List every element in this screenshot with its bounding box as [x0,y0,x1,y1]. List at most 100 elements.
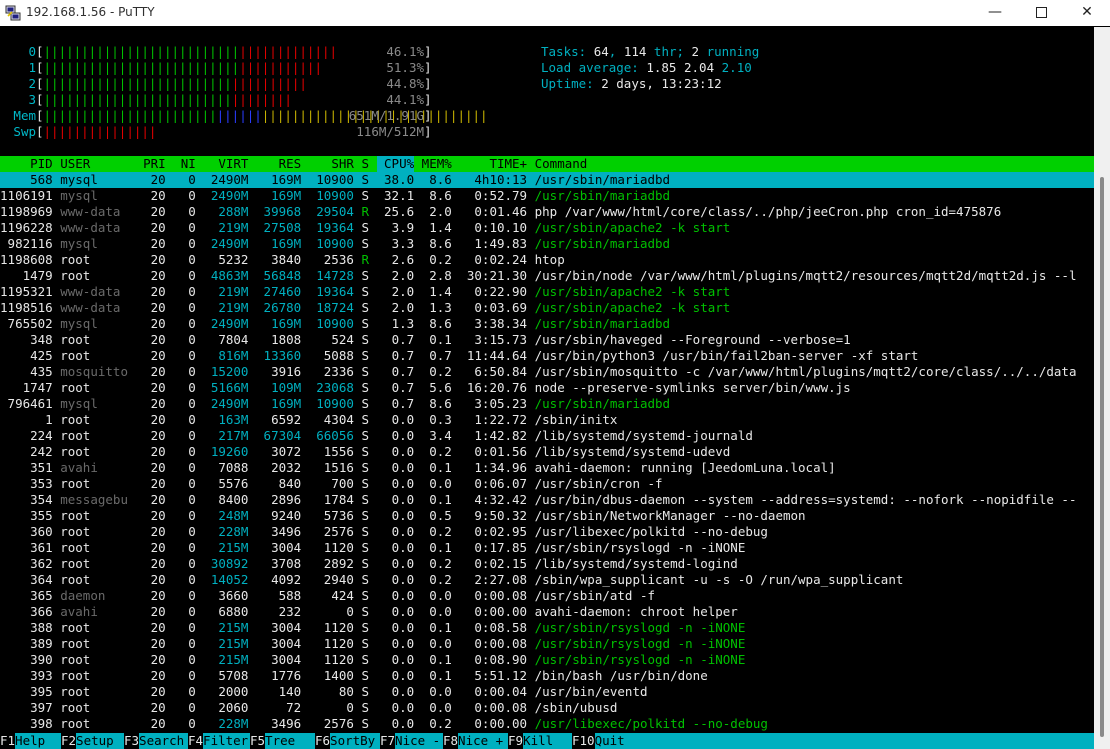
process-row[interactable]: 390 root 20 0 215M 3004 1120 S 0.0 0.1 0:08.90/usr… [0,652,1094,668]
process-time: 0:00.08 [474,700,528,715]
process-res: 3004 [271,620,302,635]
process-time: 0:10.10 [474,220,528,235]
process-row[interactable]: 398 root 20 0 228M 3496 2576 S 0.0 0.2 0:00.00/usr… [0,716,1094,732]
process-shr: 0 [346,700,354,715]
process-pid: 425 [30,348,53,363]
process-mem: 3.4 [429,428,452,443]
process-row[interactable]: 425 root 20 0 816M 13360 5088 S 0.7 0.7 11:44.64/u… [0,348,1094,364]
process-row[interactable]: 360 root 20 0 228M 3496 2576 S 0.0 0.2 0:02.95/usr… [0,524,1094,540]
maximize-button[interactable] [1018,0,1064,26]
process-row[interactable]: 354 messagebu 20 0 8400 2896 1784 S 0.0 0.1 4:32.4… [0,492,1094,508]
process-ni: 0 [188,396,196,411]
process-row[interactable]: 351 avahi 20 0 7088 2032 1516 S 0.0 0.1 1:34.96 ava… [0,460,1094,476]
process-row[interactable]: 435 mosquitto 20 0 15200 3916 2336 S 0.7 0.2 6:50.… [0,364,1094,380]
meter-bracket-open: [ [36,108,44,123]
fkey-f8[interactable]: F8 [443,733,459,749]
fkey-label[interactable]: Search [139,733,184,749]
process-row[interactable]: 1198969 www-data 20 0 288M 39968 29504 R 25.6 2.0… [0,204,1094,220]
process-row[interactable]: 765502 mysql 20 0 2490M 169M 10900 S 1.3 8.6 3:38.… [0,316,1094,332]
process-state: S [361,716,369,731]
process-pri: 20 [150,636,166,651]
process-row[interactable]: 1479 root 20 0 4863M 56848 14728 S 2.0 2.8 30:21.3… [0,268,1094,284]
process-row[interactable]: 1198608 root 20 0 5232 3840 2536 R 2.6 0.2 0:02.24… [0,252,1094,268]
process-row[interactable]: 364 root 20 0 14052 4092 2940 S 0.0 0.2 2:27.08/sb… [0,572,1094,588]
column-header-row: PID USER PRI NI VIRT RES SHR S CPU% MEM% TIME+ Comm… [0,156,1094,172]
meter-bracket-close: ] [424,92,432,107]
scrollbar-thumb[interactable] [1100,177,1104,737]
fkey-f4[interactable]: F4 [188,733,204,749]
process-row[interactable]: 388 root 20 0 215M 3004 1120 S 0.0 0.1 0:08.58/usr… [0,620,1094,636]
process-res: 1808 [271,332,302,347]
close-button[interactable]: ✕ [1064,0,1110,26]
title-bar[interactable]: 192.168.1.56 - PuTTY — ✕ [0,0,1110,26]
process-row[interactable]: 224 root 20 0 217M 67304 66056 S 0.0 3.4 1:42.82/l… [0,428,1094,444]
process-virt: 219M [218,284,249,299]
fkey-label[interactable]: Nice + [458,733,503,749]
fkey-label[interactable]: Quit [595,733,625,749]
process-pid: 1 [45,412,53,427]
process-shr: 23068 [316,380,354,395]
process-row[interactable]: 1747 root 20 0 5166M 109M 23068 S 0.7 5.6 16:20.76… [0,380,1094,396]
fkey-label[interactable]: Nice - [395,733,440,749]
process-row[interactable]: 1195321 www-data 20 0 219M 27460 19364 S 2.0 1.4 0… [0,284,1094,300]
process-row[interactable]: 395 root 20 0 2000 140 80 S 0.0 0.0 0:00.04/usr/bi… [0,684,1094,700]
process-pid: 366 [30,604,53,619]
process-shr: 10900 [316,316,354,331]
process-row[interactable]: 1106191 mysql 20 0 2490M 169M 10900 S 32.1 8.6 0:5… [0,188,1094,204]
fkey-f2[interactable]: F2 [61,733,77,749]
fkey-f3[interactable]: F3 [124,733,140,749]
process-row[interactable]: 362 root 20 0 30892 3708 2892 S 0.0 0.2 0:02.15/li… [0,556,1094,572]
meter-segment: |||||| [216,108,262,123]
process-row[interactable]: 982116 mysql 20 0 2490M 169M 10900 S 3.3 8.6 1:49.… [0,236,1094,252]
fkey-f9[interactable]: F9 [508,733,524,749]
process-row[interactable]: 242 root 20 0 19260 3072 1556 S 0.0 0.2 0:01.56/li… [0,444,1094,460]
meter-segment: |||||||||||||||||||||||||| [43,60,240,75]
process-mem: 0.0 [429,476,452,491]
fkey-f5[interactable]: F5 [250,733,266,749]
process-row[interactable]: 1198516 www-data 20 0 219M 26780 18724 S 2.0 1.3 0… [0,300,1094,316]
fkey-label[interactable]: Filter [203,733,248,749]
terminal-area[interactable]: 0 [||||||||||||||||||||||||||||||||||||||… [0,27,1094,749]
process-row[interactable]: 355 root 20 0 248M 9240 5736 S 0.0 0.5 9:50.32/usr… [0,508,1094,524]
process-shr: 14728 [316,268,354,283]
process-state: S [361,172,369,187]
process-row[interactable]: 1196228 www-data 20 0 219M 27508 19364 S 3.9 1.4 0… [0,220,1094,236]
process-row[interactable]: 796461 mysql 20 0 2490M 169M 10900 S 0.7 8.6 3:05.… [0,396,1094,412]
process-pri: 20 [150,396,166,411]
process-user: root [60,476,91,491]
fkey-f6[interactable]: F6 [315,733,331,749]
process-state: S [361,220,369,235]
process-row[interactable]: 361 root 20 0 215M 3004 1120 S 0.0 0.1 0:17.85/usr… [0,540,1094,556]
process-ni: 0 [188,236,196,251]
process-ni: 0 [188,300,196,315]
process-time: 0:02.95 [474,524,528,539]
process-row[interactable]: 365 daemon 20 0 3660 588 424 S 0.0 0.0 0:00.08/usr… [0,588,1094,604]
fkey-label[interactable]: Tree [265,733,295,749]
process-user: root [60,668,91,683]
fkey-label[interactable]: Setup [76,733,114,749]
maximize-icon [1035,6,1047,18]
process-row[interactable]: 397 root 20 0 2060 72 0 S 0.0 0.0 0:00.08/sbin/ubu… [0,700,1094,716]
process-row[interactable]: 389 root 20 0 215M 3004 1120 S 0.0 0.0 0:00.08/usr… [0,636,1094,652]
meter-bracket-close: ] [424,76,432,91]
process-res: 3708 [271,556,302,571]
process-row[interactable]: 568 mysql 20 0 2490M 169M 10900 S 38.0 8.6 4h10:13… [0,172,1094,188]
process-row[interactable]: 353 root 20 0 5576 840 700 S 0.0 0.0 0:06.07/usr/s… [0,476,1094,492]
fkey-f10[interactable]: F10 [572,733,595,749]
fkey-label[interactable]: Kill [523,733,553,749]
process-row[interactable]: 366 avahi 20 0 6880 232 0 S 0.0 0.0 0:00.00 avahi-d… [0,604,1094,620]
process-row[interactable]: 1 root 20 0 163M 6592 4304 S 0.0 0.3 1:22.72/sbin/… [0,412,1094,428]
process-state: S [361,652,369,667]
fkey-f7[interactable]: F7 [380,733,396,749]
minimize-button[interactable]: — [972,0,1018,26]
process-row[interactable]: 393 root 20 0 5708 1776 1400 S 0.0 0.1 5:51.12/bin… [0,668,1094,684]
process-cpu: 0.0 [391,460,415,475]
fkey-f1[interactable]: F1 [0,733,16,749]
process-user: root [60,684,91,699]
process-row[interactable]: 348 root 20 0 7804 1808 524 S 0.7 0.1 3:15.73/usr/… [0,332,1094,348]
scrollbar[interactable] [1094,27,1110,749]
fkey-label[interactable]: Help [15,733,45,749]
process-shr: 29504 [316,204,354,219]
fkey-label[interactable]: SortBy [330,733,375,749]
process-virt: 2490M [210,316,249,331]
